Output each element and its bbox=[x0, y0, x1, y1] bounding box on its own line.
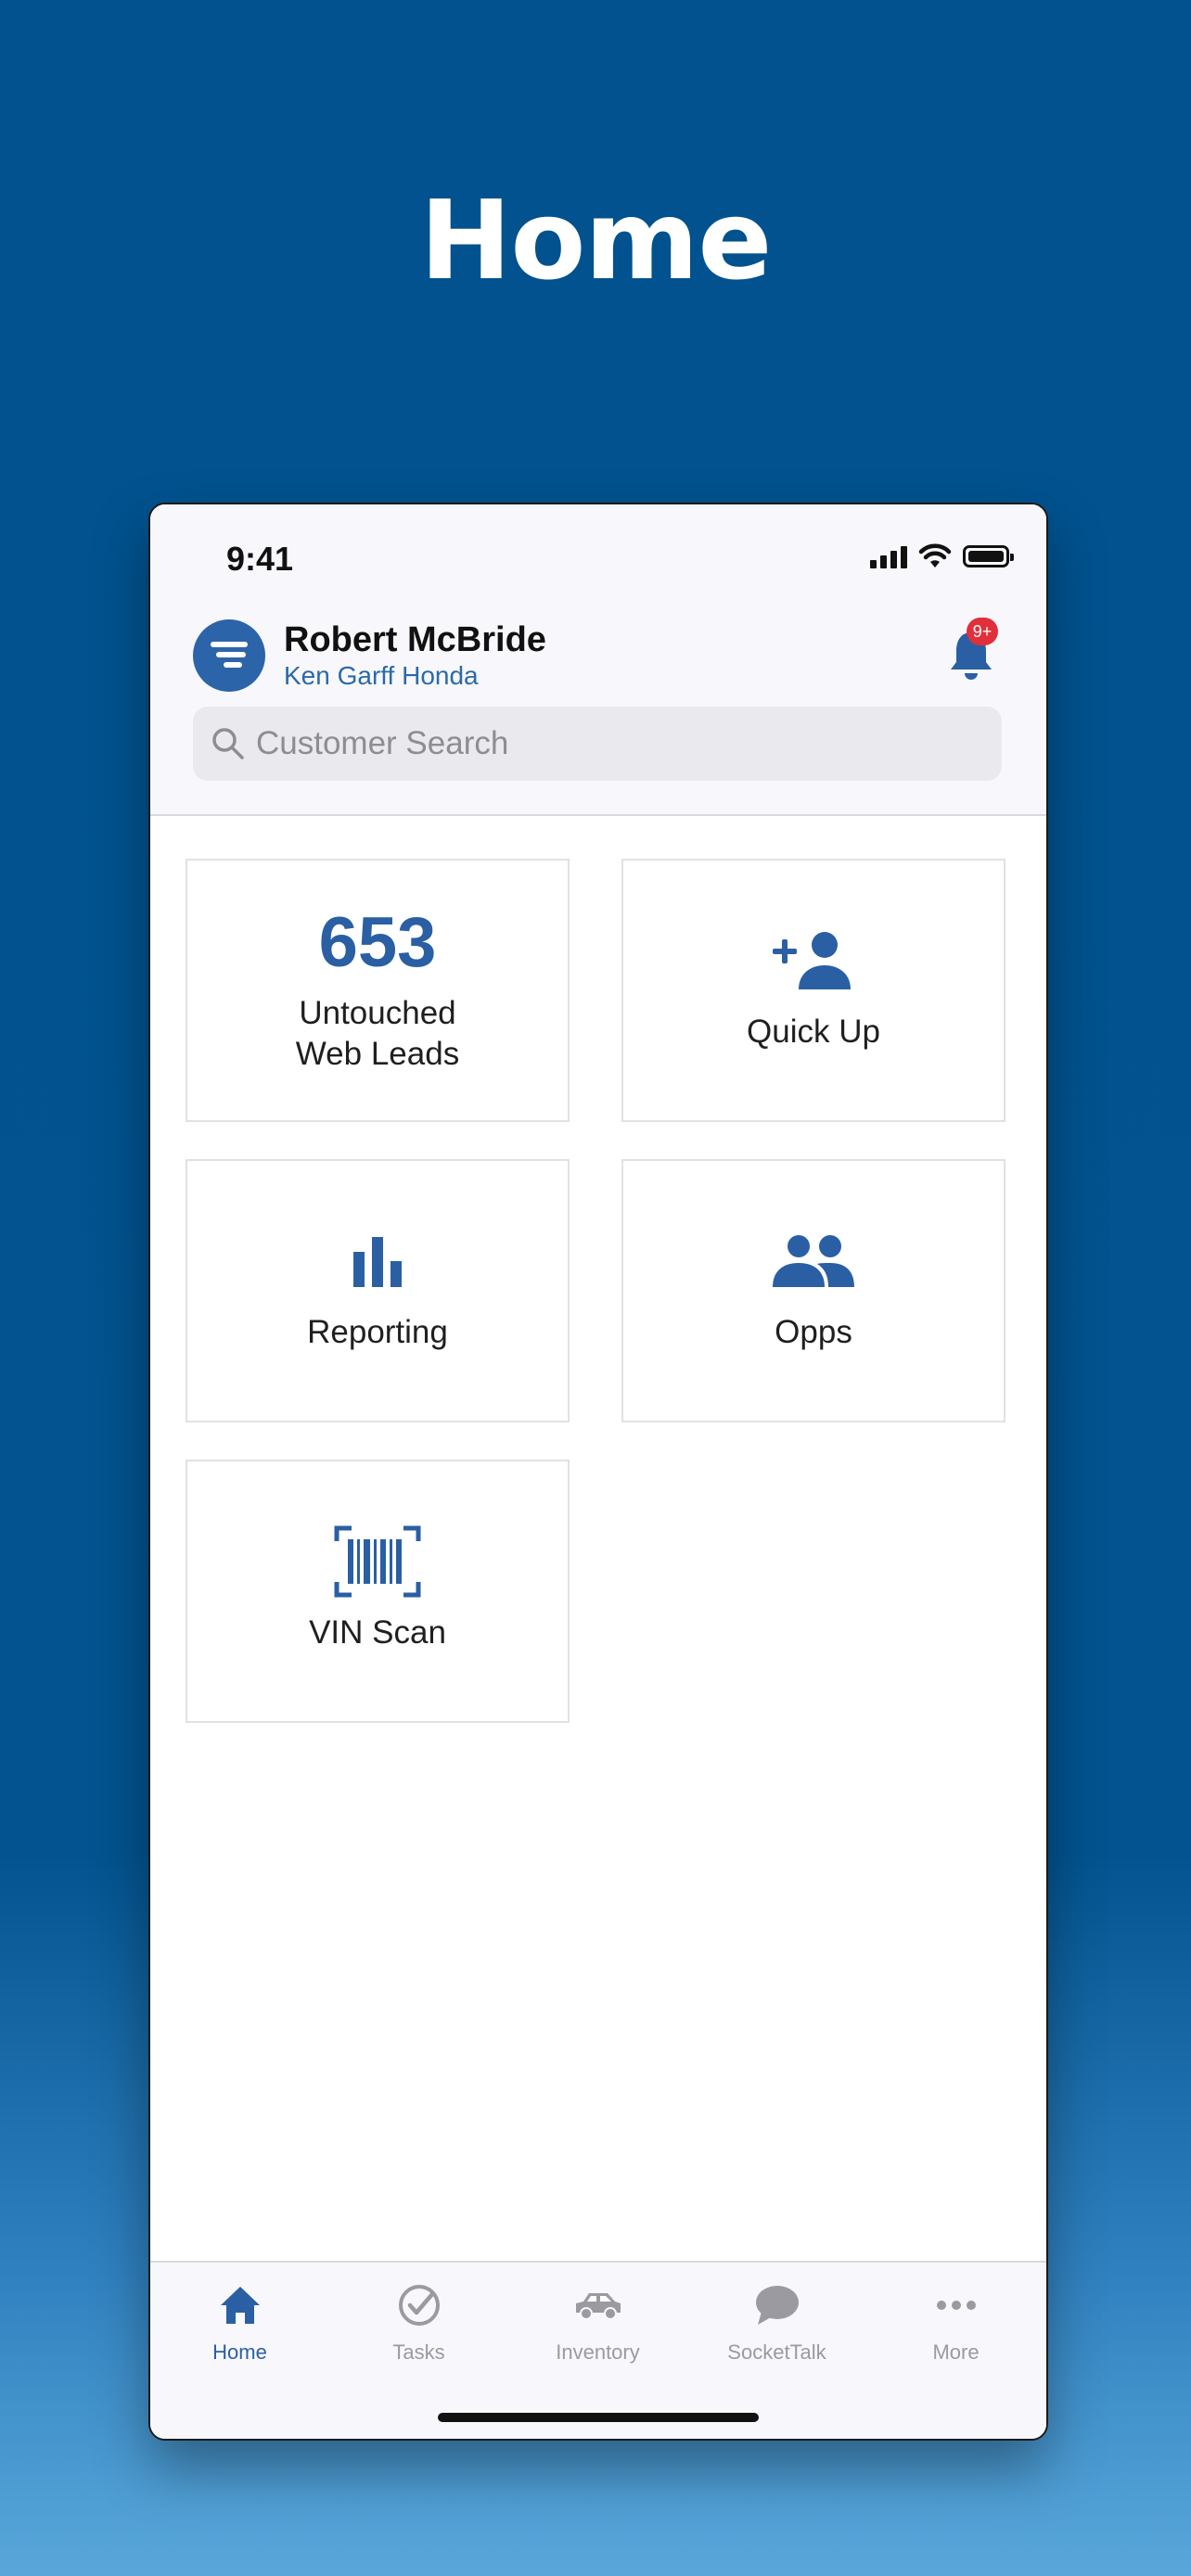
home-icon bbox=[219, 2277, 262, 2333]
tab-sockettalk[interactable]: SocketTalk bbox=[687, 2277, 866, 2365]
battery-icon bbox=[963, 545, 1014, 567]
notifications-button[interactable]: 9+ bbox=[948, 618, 1004, 686]
tile-label: Opps bbox=[775, 1314, 852, 1350]
more-dots-icon bbox=[936, 2277, 977, 2333]
add-person-icon bbox=[771, 928, 856, 993]
tab-label: Home bbox=[212, 2340, 267, 2364]
reporting-tile[interactable]: Reporting bbox=[186, 1159, 570, 1422]
untouched-leads-count: 653 bbox=[318, 903, 437, 982]
notification-badge: 9+ bbox=[967, 618, 998, 645]
tab-label: Tasks bbox=[392, 2340, 445, 2364]
status-time: 9:41 bbox=[226, 540, 294, 578]
header-area: 9:41 Robert McBride Ken Garff Honda 9+ C… bbox=[150, 504, 1046, 816]
people-icon bbox=[771, 1229, 856, 1294]
vin-scan-tile[interactable]: VIN Scan bbox=[186, 1460, 570, 1723]
status-icons bbox=[870, 543, 1014, 569]
tab-tasks[interactable]: Tasks bbox=[329, 2277, 508, 2365]
tile-label: VIN Scan bbox=[309, 1614, 446, 1651]
wifi-icon bbox=[918, 543, 952, 567]
car-icon bbox=[572, 2277, 624, 2333]
tab-label: More bbox=[932, 2340, 980, 2364]
customer-search[interactable] bbox=[193, 707, 1002, 781]
user-profile[interactable]: Robert McBride Ken Garff Honda bbox=[193, 619, 546, 692]
bar-chart-icon bbox=[350, 1229, 405, 1294]
chat-bubble-icon bbox=[754, 2277, 800, 2333]
tab-label: Inventory bbox=[556, 2340, 640, 2364]
tile-label: Untouched Web Leads bbox=[295, 995, 460, 1072]
tab-more[interactable]: More bbox=[866, 2277, 1045, 2365]
opps-tile[interactable]: Opps bbox=[621, 1159, 1005, 1422]
dealer-name: Ken Garff Honda bbox=[284, 661, 479, 690]
quick-up-tile[interactable]: Quick Up bbox=[621, 859, 1005, 1122]
check-circle-icon bbox=[397, 2277, 442, 2333]
untouched-web-leads-tile[interactable]: 653 Untouched Web Leads bbox=[186, 859, 570, 1122]
tile-label: Quick Up bbox=[747, 1014, 880, 1050]
barcode-scan-icon bbox=[333, 1525, 422, 1598]
user-text: Robert McBride Ken Garff Honda bbox=[284, 619, 546, 692]
user-name: Robert McBride bbox=[284, 620, 546, 659]
dealer-logo-icon bbox=[193, 619, 265, 692]
tile-label: Reporting bbox=[307, 1314, 448, 1350]
home-indicator[interactable] bbox=[438, 2413, 759, 2422]
search-icon bbox=[212, 728, 244, 759]
phone-screen: 9:41 Robert McBride Ken Garff Honda 9+ C… bbox=[148, 503, 1048, 2441]
tab-label: SocketTalk bbox=[727, 2340, 826, 2364]
search-input[interactable] bbox=[254, 724, 963, 763]
page-heading: Home bbox=[419, 176, 773, 304]
tab-inventory[interactable]: Inventory bbox=[508, 2277, 687, 2365]
tab-home[interactable]: Home bbox=[150, 2277, 329, 2365]
cellular-signal-icon bbox=[870, 544, 907, 568]
